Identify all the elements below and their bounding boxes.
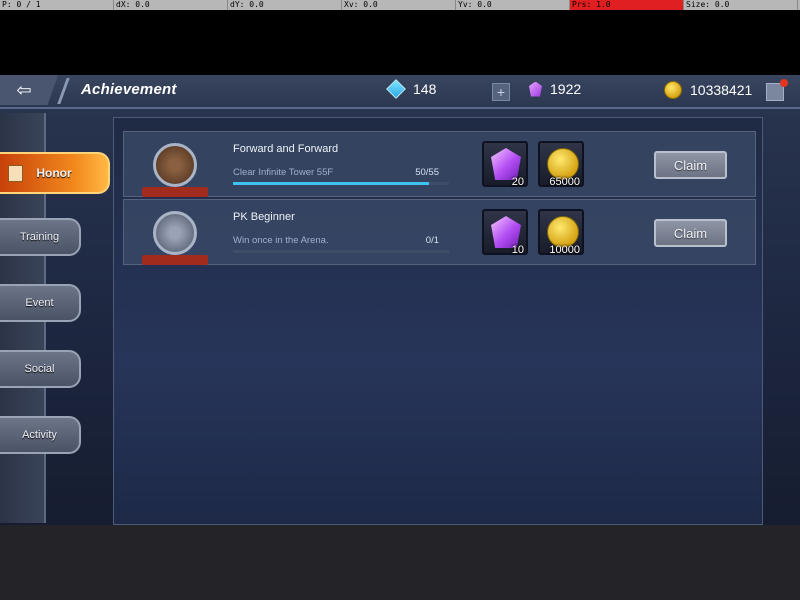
debug-xv: Xv: 0.0 bbox=[342, 0, 456, 10]
plus-icon: + bbox=[496, 84, 506, 100]
back-button[interactable]: ⇦ bbox=[0, 75, 58, 105]
tab-label: Event bbox=[25, 297, 54, 309]
achievement-badge bbox=[138, 137, 212, 197]
reward-quantity: 10000 bbox=[549, 244, 580, 256]
achievement-title: Forward and Forward bbox=[233, 143, 339, 155]
ribbon-icon bbox=[142, 187, 208, 197]
debug-size: Size: 0.0 bbox=[684, 0, 798, 10]
achievement-progress-text: 0/1 bbox=[425, 235, 439, 246]
reward-gold[interactable]: 10000 bbox=[538, 209, 584, 256]
tab-event[interactable]: Event bbox=[0, 284, 81, 322]
reward-gem[interactable]: 10 bbox=[482, 209, 528, 256]
claim-button[interactable]: Claim bbox=[654, 151, 727, 179]
tab-label: Honor bbox=[36, 166, 72, 180]
mail-button[interactable] bbox=[766, 79, 788, 101]
bottom-band bbox=[0, 525, 800, 600]
diamond-balance: 148 bbox=[386, 79, 437, 99]
debug-yv: Yv: 0.0 bbox=[456, 0, 570, 10]
progress-bar-fill bbox=[233, 182, 430, 185]
achievement-badge bbox=[138, 205, 212, 265]
claim-button[interactable]: Claim bbox=[654, 219, 727, 247]
tab-activity[interactable]: Activity bbox=[0, 416, 81, 454]
achievement-description: Clear Infinite Tower 55F bbox=[233, 167, 334, 178]
debug-dx: dX: 0.0 bbox=[114, 0, 228, 10]
add-currency-button[interactable]: + bbox=[492, 83, 510, 101]
gem-count: 1922 bbox=[550, 81, 582, 97]
achievement-row: Forward and Forward Clear Infinite Tower… bbox=[123, 131, 756, 197]
tab-label: Social bbox=[24, 363, 55, 375]
achievement-description: Win once in the Arena. bbox=[233, 235, 329, 246]
reward-quantity: 10 bbox=[511, 244, 524, 256]
tab-social[interactable]: Social bbox=[0, 350, 81, 388]
debug-bar: P: 0 / 1 dX: 0.0 dY: 0.0 Xv: 0.0 Yv: 0.0… bbox=[0, 0, 800, 10]
diamond-icon bbox=[386, 79, 406, 99]
reward-quantity: 65000 bbox=[549, 176, 580, 188]
reward-gem[interactable]: 20 bbox=[482, 141, 528, 188]
top-header: ⇦ Achievement 148 + 1922 10338421 bbox=[0, 75, 800, 109]
game-screen: ⇦ Achievement 148 + 1922 10338421 Honor … bbox=[0, 75, 800, 525]
achievement-title: PK Beginner bbox=[233, 211, 295, 223]
tab-training[interactable]: Training bbox=[0, 218, 81, 256]
diamond-count: 148 bbox=[413, 81, 437, 97]
gem-balance: 1922 bbox=[529, 81, 581, 97]
gold-count: 10338421 bbox=[690, 82, 753, 98]
back-arrow-icon: ⇦ bbox=[16, 79, 32, 100]
progress-bar bbox=[233, 182, 449, 185]
reward-gold[interactable]: 65000 bbox=[538, 141, 584, 188]
reward-quantity: 20 bbox=[511, 176, 524, 188]
purple-gem-icon bbox=[529, 81, 542, 97]
achievement-row: PK Beginner Win once in the Arena. 0/1 1… bbox=[123, 199, 756, 265]
tab-label: Activity bbox=[22, 429, 57, 441]
progress-bar bbox=[233, 250, 449, 253]
tab-label: Training bbox=[19, 231, 60, 243]
page-title: Achievement bbox=[81, 81, 177, 98]
achievement-progress-text: 50/55 bbox=[415, 167, 439, 178]
honor-badge-icon bbox=[153, 143, 197, 187]
notification-dot-icon bbox=[780, 79, 788, 87]
book-icon bbox=[8, 165, 23, 182]
gold-coin-icon bbox=[664, 81, 682, 99]
ribbon-icon bbox=[142, 255, 208, 265]
tab-honor[interactable]: Honor bbox=[0, 152, 110, 194]
debug-pressure: Prs: 1.0 bbox=[570, 0, 684, 10]
debug-dy: dY: 0.0 bbox=[228, 0, 342, 10]
achievement-panel: Forward and Forward Clear Infinite Tower… bbox=[113, 117, 763, 525]
title-divider bbox=[57, 78, 70, 104]
pk-badge-icon bbox=[153, 211, 197, 255]
debug-pointer: P: 0 / 1 bbox=[0, 0, 114, 10]
gold-balance: 10338421 bbox=[664, 81, 752, 99]
